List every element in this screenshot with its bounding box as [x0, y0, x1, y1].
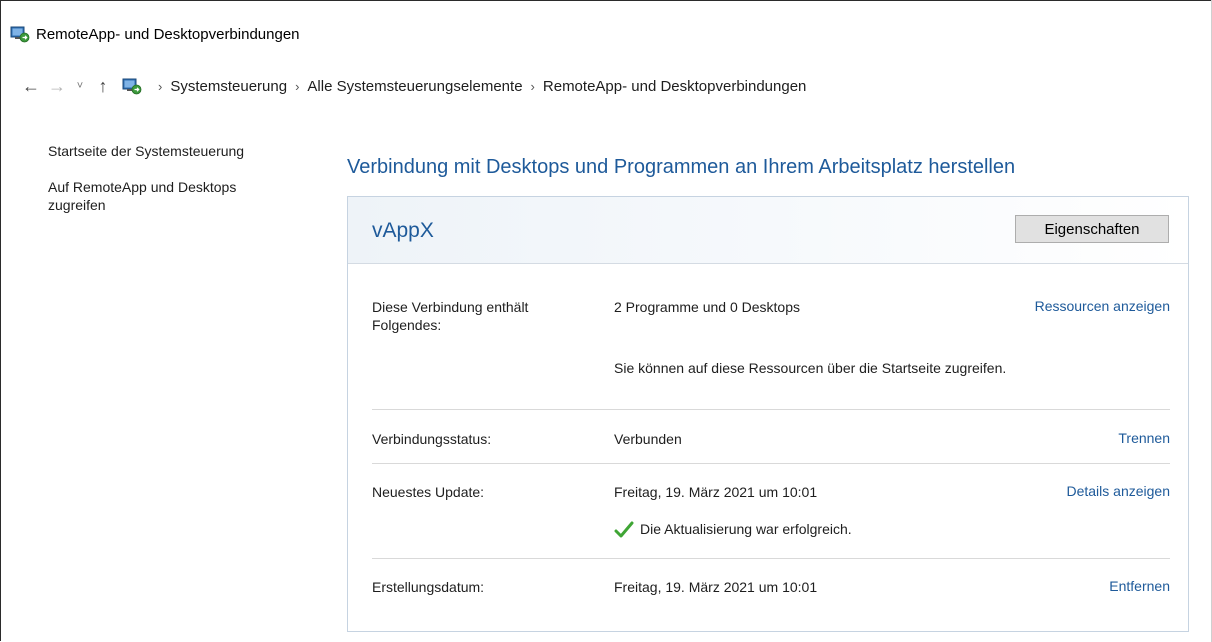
connection-card: vAppX Eigenschaften Diese Verbindung ent… [347, 196, 1189, 632]
created-value: Freitag, 19. März 2021 um 10:01 [614, 579, 818, 595]
contents-label: Diese Verbindung enthält Folgendes: [372, 299, 529, 333]
navigation-bar: ← → ˅ ↑ › Systemsteuerung › Alle Systems… [18, 72, 806, 100]
sidebar-item-access-remoteapp[interactable]: Auf RemoteApp und Desktops zugreifen [48, 178, 283, 214]
show-details-link[interactable]: Details anzeigen [1066, 483, 1170, 499]
back-arrow-icon[interactable]: ← [18, 76, 44, 97]
contents-note: Sie können auf diese Ressourcen über die… [614, 360, 1007, 376]
chevron-down-icon[interactable]: ˅ [70, 80, 90, 92]
window-title: RemoteApp- und Desktopverbindungen [36, 25, 300, 43]
checkmark-icon [614, 521, 634, 539]
update-label: Neuestes Update: [372, 484, 485, 500]
properties-button[interactable]: Eigenschaften [1015, 215, 1169, 243]
sidebar-item-control-panel-home[interactable]: Startseite der Systemsteuerung [48, 142, 308, 160]
remote-desktop-icon [10, 25, 30, 43]
row-status: Verbindungsstatus: Verbunden Trennen [372, 430, 1170, 450]
remove-link[interactable]: Entfernen [1109, 578, 1170, 594]
breadcrumb-systemsteuerung[interactable]: Systemsteuerung [170, 78, 287, 95]
created-label: Erstellungsdatum: [372, 579, 485, 595]
row-update: Neuestes Update: Freitag, 19. März 2021 … [372, 483, 1170, 503]
row-created: Erstellungsdatum: Freitag, 19. März 2021… [372, 578, 1170, 598]
forward-arrow-icon[interactable]: → [44, 76, 70, 97]
update-result: Die Aktualisierung war erfolgreich. [614, 520, 1034, 539]
connection-name: vAppX [372, 219, 434, 242]
row-divider [372, 409, 1170, 410]
up-arrow-icon[interactable]: ↑ [90, 76, 116, 97]
breadcrumb-current[interactable]: RemoteApp- und Desktopverbindungen [543, 78, 807, 95]
title-bar: RemoteApp- und Desktopverbindungen [10, 22, 300, 46]
breadcrumb-separator-icon[interactable]: › [295, 79, 299, 94]
contents-value: 2 Programme und 0 Desktops [614, 299, 800, 315]
breadcrumb-separator-icon[interactable]: › [531, 79, 535, 94]
update-value: Freitag, 19. März 2021 um 10:01 [614, 484, 818, 500]
status-value: Verbunden [614, 431, 682, 447]
status-label: Verbindungsstatus: [372, 431, 492, 447]
row-divider [372, 558, 1170, 559]
disconnect-link[interactable]: Trennen [1118, 430, 1170, 446]
update-result-text: Die Aktualisierung war erfolgreich. [640, 521, 852, 537]
breadcrumb-separator-icon[interactable]: › [158, 79, 162, 94]
left-pane: Startseite der Systemsteuerung Auf Remot… [48, 142, 308, 232]
connection-header: vAppX Eigenschaften [348, 197, 1188, 264]
row-divider [372, 463, 1170, 464]
breadcrumb-alle-elemente[interactable]: Alle Systemsteuerungselemente [307, 78, 522, 95]
show-resources-link[interactable]: Ressourcen anzeigen [1035, 298, 1170, 314]
control-panel-icon [122, 77, 142, 95]
page-title: Verbindung mit Desktops und Programmen a… [347, 156, 1016, 178]
